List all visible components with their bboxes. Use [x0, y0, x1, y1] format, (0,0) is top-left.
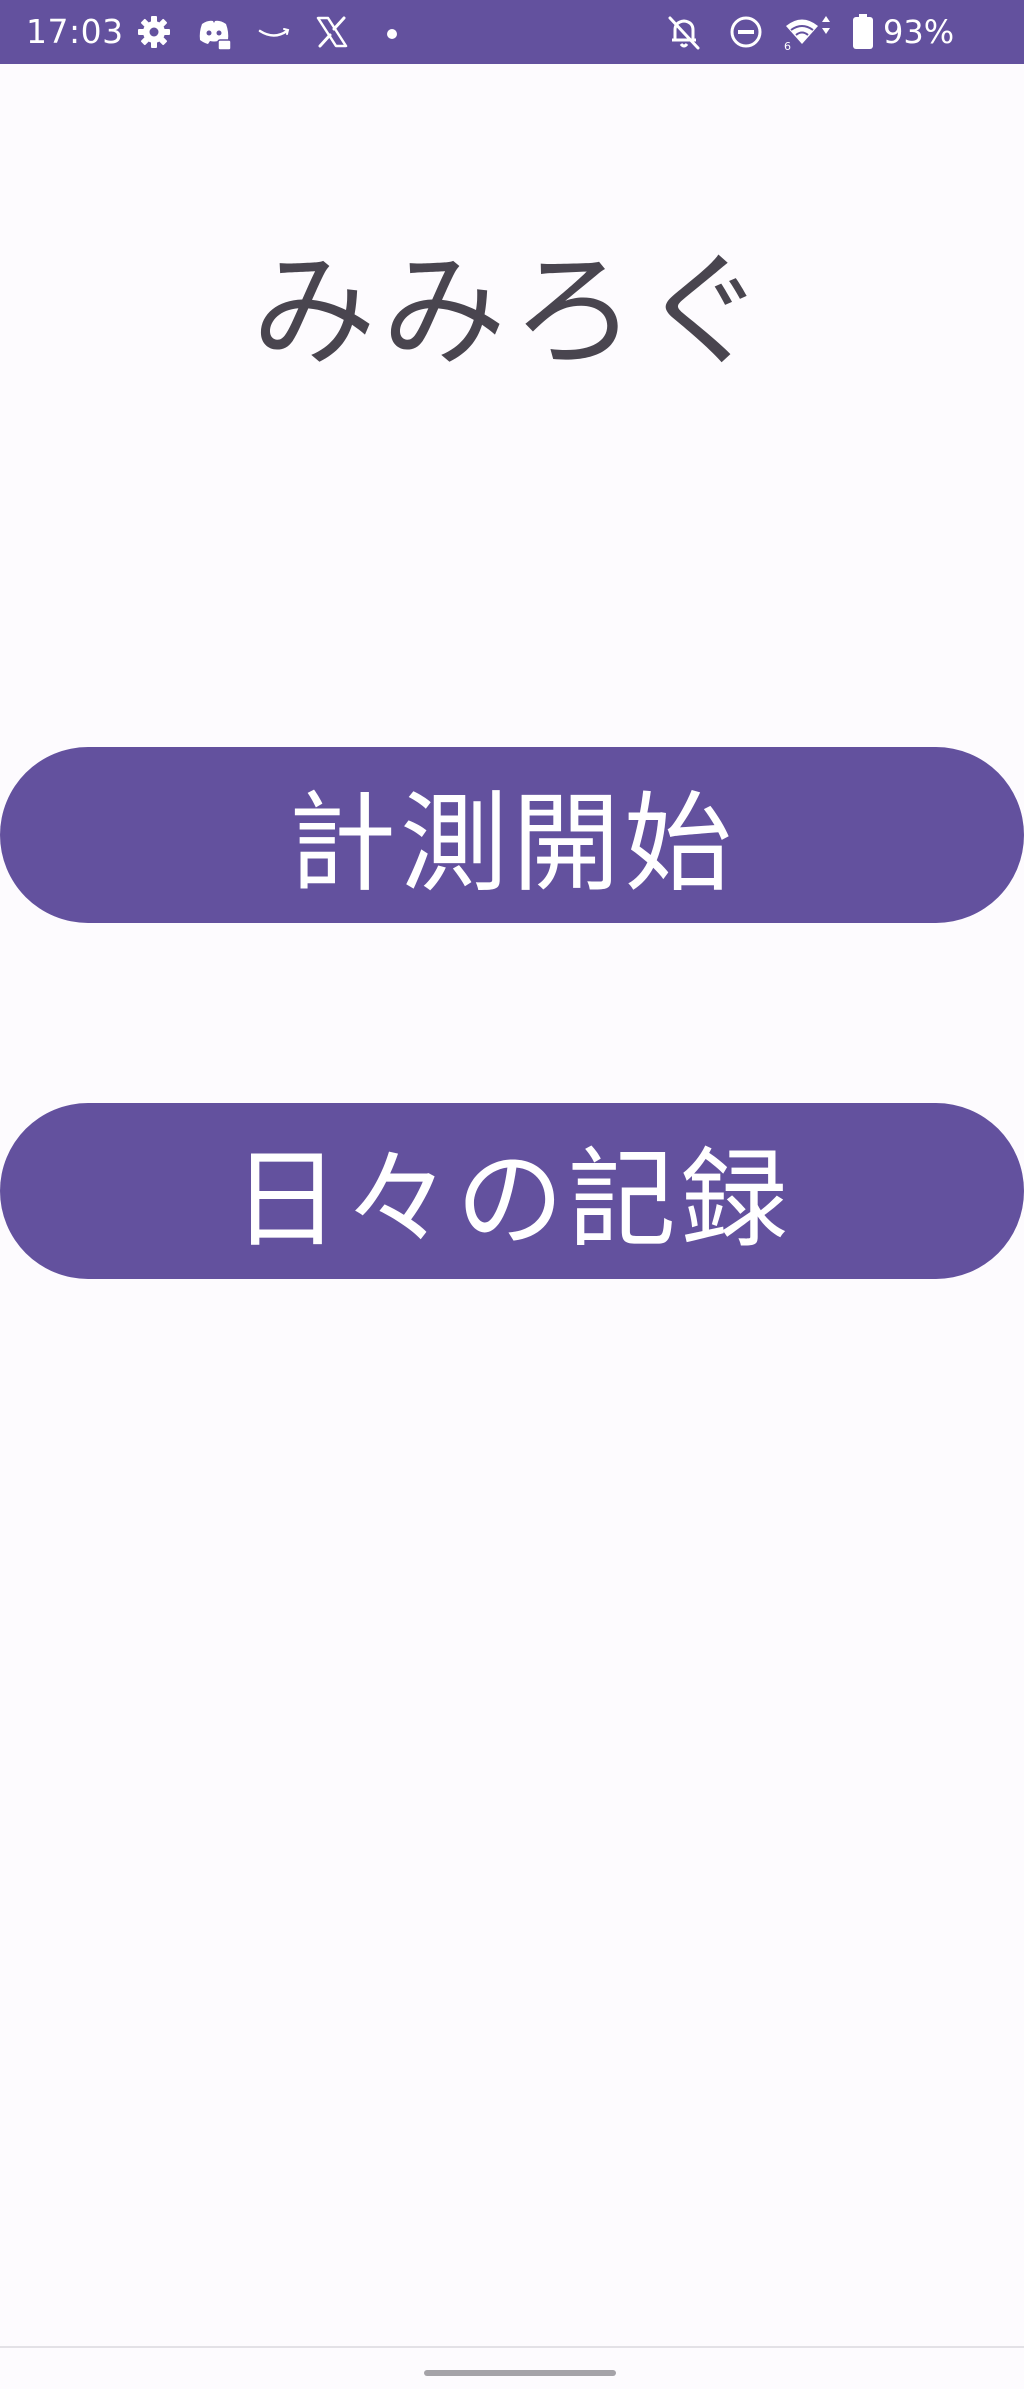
discord-icon — [199, 20, 232, 51]
start-measurement-button[interactable]: 計測開始 — [0, 747, 1024, 923]
app-title: みみろぐ — [251, 240, 772, 384]
nav-bar-divider — [0, 2346, 1024, 2348]
svg-text:6: 6 — [784, 40, 791, 52]
daily-records-button[interactable]: 日々の記録 — [0, 1103, 1024, 1279]
x-icon — [316, 16, 348, 48]
battery-icon — [853, 14, 873, 49]
amazon-icon — [258, 28, 290, 37]
daily-records-label: 日々の記録 — [231, 1138, 792, 1263]
notifications-off-icon — [668, 16, 700, 50]
battery-percent: 93% — [883, 13, 955, 51]
gesture-handle[interactable] — [424, 2370, 616, 2376]
wifi-icon: 6 — [784, 16, 830, 52]
gear-icon — [138, 16, 170, 48]
status-bar: 17:03 6 93% — [0, 0, 1024, 64]
do-not-disturb-icon — [730, 16, 762, 48]
start-measurement-label: 計測開始 — [287, 782, 736, 907]
status-time: 17:03 — [26, 12, 124, 51]
dot-icon — [387, 29, 397, 39]
